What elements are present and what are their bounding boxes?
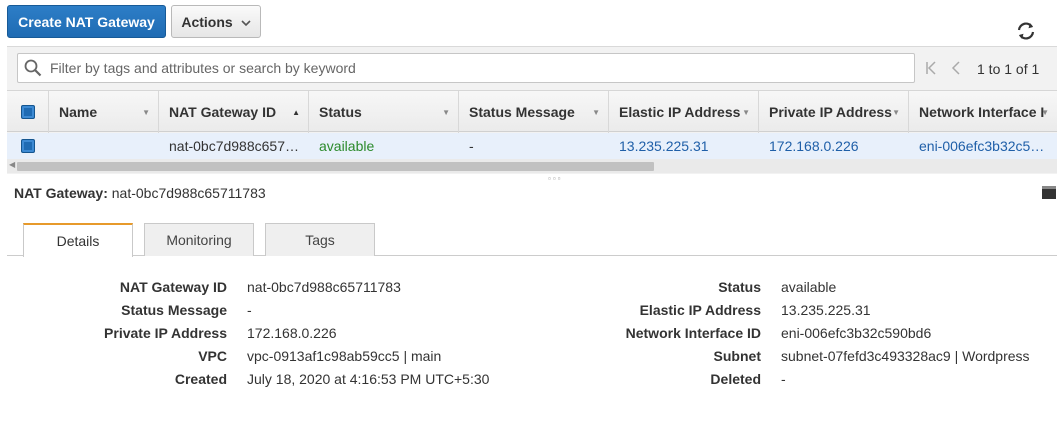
column-header-elastic-ip[interactable]: Elastic IP Address ▼ bbox=[609, 91, 759, 133]
sort-caret-icon: ▼ bbox=[1041, 108, 1049, 117]
table-header: Name ▼ NAT Gateway ID ▲ Status ▼ Status … bbox=[7, 90, 1057, 133]
nat-gateway-grid: 1 to 1 of 1 Name ▼ NAT Gateway ID ▲ Stat… bbox=[7, 46, 1057, 174]
filter-input[interactable] bbox=[48, 59, 898, 77]
sort-caret-icon: ▼ bbox=[442, 108, 450, 117]
cell-name bbox=[49, 133, 159, 159]
detail-deleted: - bbox=[781, 371, 786, 387]
sort-caret-icon: ▼ bbox=[142, 108, 150, 117]
sort-ascending-icon: ▲ bbox=[292, 108, 300, 117]
detail-label: Deleted bbox=[710, 371, 761, 387]
detail-vpc[interactable]: vpc-0913af1c98ab59cc5 | main bbox=[247, 346, 441, 366]
filter-search-box[interactable] bbox=[17, 53, 915, 83]
detail-status-message: - bbox=[247, 302, 252, 318]
scroll-left-icon[interactable]: ◀ bbox=[9, 160, 15, 169]
table-row[interactable]: nat-0bc7d988c657… available - 13.235.225… bbox=[7, 133, 1057, 159]
detail-label: Private IP Address bbox=[104, 325, 227, 341]
column-label: Elastic IP Address bbox=[619, 104, 741, 120]
scrollbar-thumb[interactable] bbox=[17, 162, 654, 171]
column-header-status-message[interactable]: Status Message ▼ bbox=[459, 91, 609, 133]
detail-label: Status Message bbox=[121, 302, 227, 318]
detail-elastic-ip[interactable]: 13.235.225.31 bbox=[781, 300, 871, 320]
column-label: Status Message bbox=[469, 104, 575, 120]
horizontal-scrollbar[interactable]: ◀ bbox=[7, 159, 1057, 173]
tab-monitoring[interactable]: Monitoring bbox=[144, 223, 254, 256]
chevron-down-icon bbox=[241, 14, 251, 30]
detail-network-interface-id[interactable]: eni-006efc3b32c590bd6 bbox=[781, 323, 931, 343]
detail-label: Status bbox=[718, 279, 761, 295]
create-nat-gateway-button[interactable]: Create NAT Gateway bbox=[7, 5, 166, 38]
detail-label: Subnet bbox=[713, 348, 761, 364]
column-header-private-ip[interactable]: Private IP Address ▼ bbox=[759, 91, 909, 133]
detail-label: Created bbox=[174, 371, 227, 387]
details-header-value: nat-0bc7d988c65711783 bbox=[111, 185, 266, 201]
actions-label: Actions bbox=[181, 13, 233, 30]
detail-label: VPC bbox=[198, 348, 227, 364]
column-header-network-interface[interactable]: Network Interface I ▼ bbox=[909, 91, 1057, 133]
column-label: Private IP Address bbox=[769, 104, 892, 120]
sort-caret-icon: ▼ bbox=[592, 108, 600, 117]
search-icon bbox=[18, 59, 48, 77]
previous-page-icon[interactable] bbox=[951, 60, 961, 78]
detail-label: Elastic IP Address bbox=[639, 302, 761, 318]
column-label: NAT Gateway ID bbox=[169, 104, 277, 120]
cell-nat-gateway-id: nat-0bc7d988c657… bbox=[169, 138, 299, 154]
cell-status: available bbox=[319, 138, 375, 154]
select-all-checkbox[interactable] bbox=[20, 105, 35, 119]
detail-subnet[interactable]: subnet-07fefd3c493328ac9 | Wordpress bbox=[781, 346, 1030, 366]
cell-status-message: - bbox=[469, 138, 474, 154]
sort-caret-icon: ▼ bbox=[892, 108, 900, 117]
row-checkbox[interactable] bbox=[21, 139, 35, 153]
resize-grip-icon[interactable]: ▫▫▫ bbox=[548, 174, 563, 183]
detail-label: NAT Gateway ID bbox=[119, 279, 227, 295]
tab-details[interactable]: Details bbox=[23, 223, 133, 257]
column-label: Status bbox=[319, 104, 362, 120]
minimize-panel-icon[interactable] bbox=[1042, 186, 1056, 199]
detail-created: July 18, 2020 at 4:16:53 PM UTC+5:30 bbox=[247, 371, 490, 387]
details-header-label: NAT Gateway: bbox=[14, 185, 108, 201]
actions-dropdown-button[interactable]: Actions bbox=[171, 5, 261, 38]
select-all-checkbox-cell[interactable] bbox=[7, 91, 49, 133]
detail-private-ip[interactable]: 172.168.0.226 bbox=[247, 323, 337, 343]
column-label: Name bbox=[59, 104, 98, 120]
row-checkbox-cell[interactable] bbox=[7, 133, 49, 159]
refresh-icon[interactable] bbox=[1014, 20, 1038, 42]
cell-elastic-ip[interactable]: 13.235.225.31 bbox=[609, 133, 759, 159]
details-header: NAT Gateway: nat-0bc7d988c65711783 bbox=[14, 185, 266, 201]
detail-label: Network Interface ID bbox=[625, 325, 761, 341]
page-range-text: 1 to 1 of 1 bbox=[977, 61, 1040, 77]
pagination: 1 to 1 of 1 bbox=[925, 59, 1055, 79]
cell-private-ip[interactable]: 172.168.0.226 bbox=[759, 133, 909, 159]
column-label: Network Interface I bbox=[919, 104, 1045, 120]
detail-status: available bbox=[781, 279, 837, 295]
column-header-nat-gateway-id[interactable]: NAT Gateway ID ▲ bbox=[159, 91, 309, 133]
tab-tags[interactable]: Tags bbox=[265, 223, 375, 256]
cell-network-interface[interactable]: eni-006efc3b32c5… bbox=[909, 133, 1057, 159]
sort-caret-icon: ▼ bbox=[742, 108, 750, 117]
first-page-icon[interactable] bbox=[925, 60, 937, 78]
column-header-status[interactable]: Status ▼ bbox=[309, 91, 459, 133]
column-header-name[interactable]: Name ▼ bbox=[49, 91, 159, 133]
detail-nat-gateway-id: nat-0bc7d988c65711783 bbox=[247, 279, 401, 295]
